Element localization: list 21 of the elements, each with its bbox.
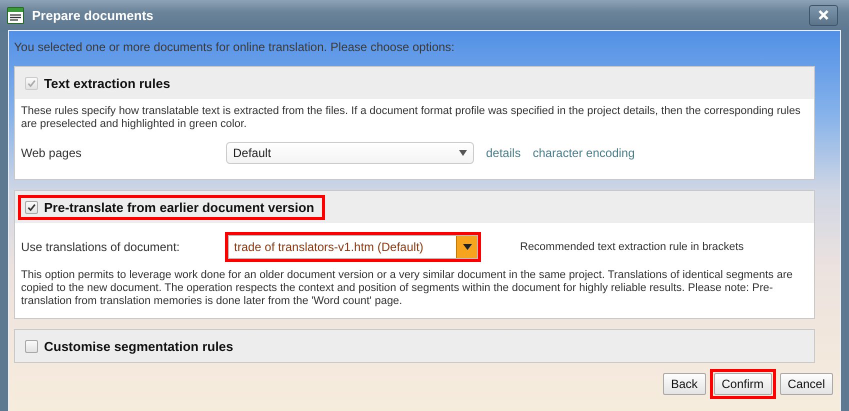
section-title: Customise segmentation rules [44,338,234,354]
section-title: Text extraction rules [44,76,170,90]
dialog-button[interactable]: Confirm [714,373,772,395]
field-label: Use translations of document: [21,240,181,254]
instruction-text: You selected one or more documents for online translation. Please choose options: [14,40,456,54]
checkbox[interactable] [25,340,38,352]
dialog-button[interactable]: Cancel [780,373,833,395]
caret-icon [456,236,477,258]
description-text: This option permits to leverage work done for an older document version or a very similar document in the same project. Translations of identical segments are copied to the new document. The operation respects the context and position of segments within the document for highly reliable results. Please note: Pre-translation from translation memories is done later from the 'Word count' page. [21,269,794,308]
document-icon [7,6,24,24]
section-title: Pre-translate from earlier document version [44,200,314,214]
field-label: Web pages [21,146,82,160]
window-title: Prepare documents [32,8,154,22]
hint-text: Recommended text extraction rule in brackets [520,241,744,253]
checkbox[interactable] [25,200,38,214]
dropdown[interactable]: trade of translators-v1.htm (Default) [228,235,478,259]
close-icon [818,10,829,20]
dialog-button[interactable]: Back [662,373,706,395]
description-text: These rules specify how translatable text is extracted from the files. If a document format profile was specified in the project details, then the corresponding rules are preselected and highlighted in green color. [21,105,802,131]
close-button[interactable] [809,4,838,26]
caret-icon [459,148,467,158]
